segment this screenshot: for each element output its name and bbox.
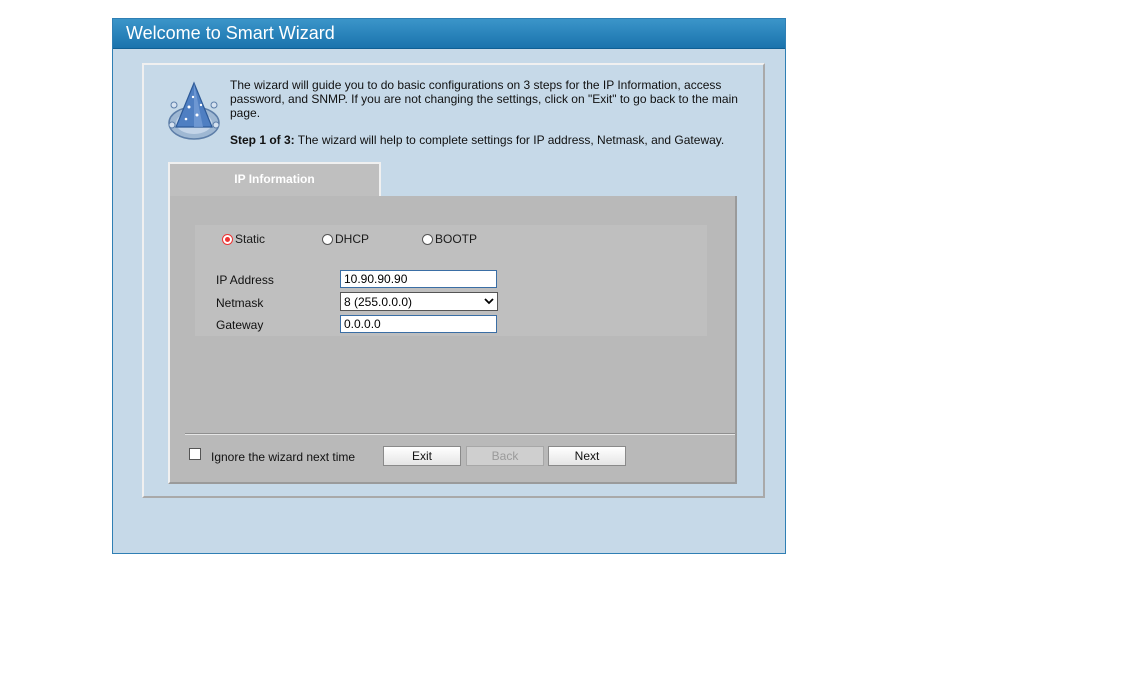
radio-bootp[interactable]: BOOTP [422,232,477,246]
smart-wizard-window: Welcome to Smart Wizard The wizard will … [112,18,786,554]
tab-label: IP Information [234,172,315,186]
ignore-wizard-checkbox[interactable] [189,448,201,460]
netmask-select[interactable]: 8 (255.0.0.0) [340,292,498,311]
tab-ip-information[interactable]: IP Information [168,162,381,198]
chevron-down-icon [484,298,494,305]
gateway-input[interactable] [340,315,497,333]
radio-static-label: Static [235,232,266,246]
title-bar: Welcome to Smart Wizard [113,19,785,49]
radio-static[interactable]: Static [222,232,265,246]
step-text: The wizard will help to complete setting… [294,133,725,147]
radio-dhcp-label: DHCP [335,232,370,246]
radio-dhcp[interactable]: DHCP [322,232,369,246]
wizard-hat-icon [168,81,220,140]
ip-address-label: IP Address [216,273,274,287]
netmask-selected-value: 8 (255.0.0.0) [344,295,413,309]
window-title: Welcome to Smart Wizard [126,23,335,43]
radio-dhcp-button[interactable] [322,234,333,245]
wizard-panel: The wizard will guide you to do basic co… [142,63,765,498]
radio-bootp-button[interactable] [422,234,433,245]
next-button[interactable]: Next [548,446,626,466]
ip-settings-form: Static DHCP BOOTP IP Address Netmask 8 (… [195,225,707,336]
step-description: Step 1 of 3: The wizard will help to com… [230,133,750,147]
ignore-wizard-label: Ignore the wizard next time [211,450,356,464]
radio-static-button[interactable] [222,234,233,245]
ip-information-panel: Static DHCP BOOTP IP Address Netmask 8 (… [168,196,737,484]
gateway-label: Gateway [216,318,264,332]
back-button: Back [466,446,544,466]
wizard-intro-text: The wizard will guide you to do basic co… [230,78,738,120]
ip-address-input[interactable] [340,270,497,288]
footer-divider [185,433,735,435]
radio-bootp-label: BOOTP [435,232,478,246]
step-label: Step 1 of 3: [230,133,295,147]
exit-button[interactable]: Exit [383,446,461,466]
wizard-footer: Ignore the wizard next time Exit Back Ne… [178,441,738,471]
netmask-label: Netmask [216,296,264,310]
